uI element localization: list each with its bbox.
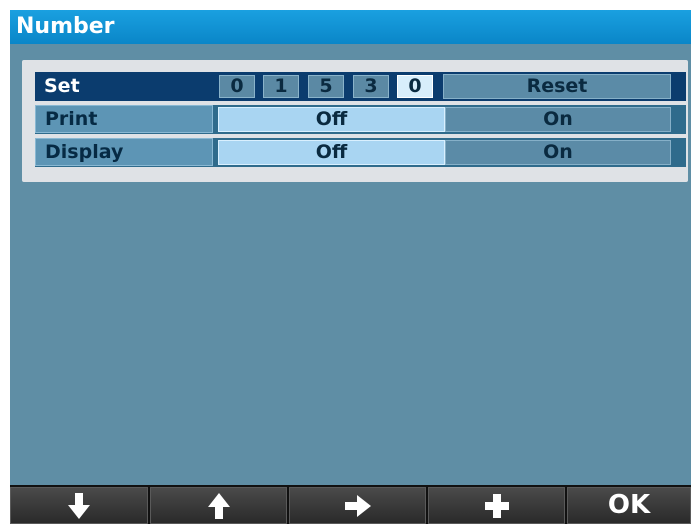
digit-4[interactable]: 3 [353,75,389,98]
down-button[interactable] [10,487,148,524]
print-label: Print [35,105,213,133]
arrow-right-icon [344,494,371,517]
digit-3[interactable]: 5 [308,75,344,98]
digit-5[interactable]: 0 [397,75,433,98]
print-on-option[interactable]: On [445,107,671,132]
reset-button[interactable]: Reset [443,74,671,99]
softkey-bar: OK [10,485,691,524]
plus-icon [484,493,509,518]
title-bar: Number [10,10,691,44]
plus-button[interactable] [428,487,565,524]
settings-panel: Set 0 1 5 3 0 Reset Print Off On Display… [22,60,688,182]
set-label: Set [44,75,80,97]
ok-button[interactable]: OK [567,487,691,524]
number-screen: Number Set 0 1 5 3 0 Reset Print Off On … [10,10,691,524]
window-title: Number [16,14,115,39]
display-on-option[interactable]: On [445,140,671,165]
up-button[interactable] [150,487,287,524]
print-off-option[interactable]: Off [218,107,445,132]
display-label: Display [35,138,213,166]
right-button[interactable] [289,487,426,524]
display-row: Display Off On [35,138,686,167]
set-row: Set 0 1 5 3 0 Reset [35,72,686,101]
display-off-option[interactable]: Off [218,140,445,165]
digit-1[interactable]: 0 [219,75,255,98]
arrow-up-icon [207,492,230,519]
ok-label: OK [607,490,651,520]
print-row: Print Off On [35,105,686,134]
arrow-down-icon [68,492,90,519]
digit-2[interactable]: 1 [263,75,299,98]
